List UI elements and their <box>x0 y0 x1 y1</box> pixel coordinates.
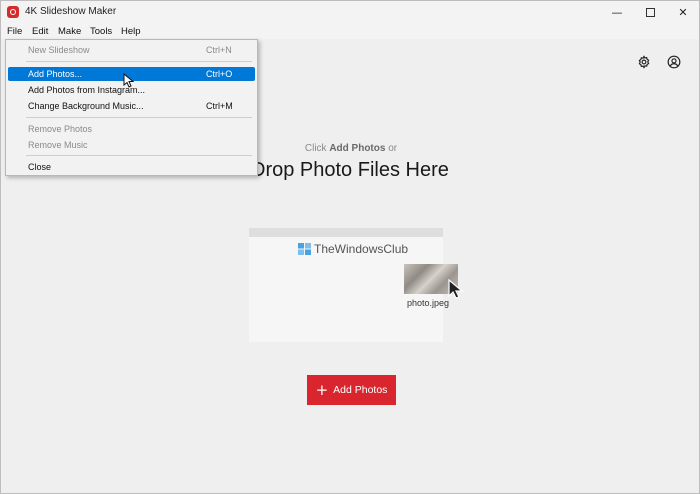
menu-item-label: New Slideshow <box>28 45 90 55</box>
add-photos-label: Add Photos <box>333 384 388 396</box>
maximize-button[interactable] <box>635 1 665 23</box>
menu-edit[interactable]: Edit <box>32 26 48 37</box>
menu-item-label: Close <box>28 162 52 172</box>
dropzone-illustration[interactable]: TheWindowsClub photo.jpeg <box>249 228 464 342</box>
hint-add-photos-link[interactable]: Add Photos <box>329 143 385 154</box>
menu-bar: File Edit Make Tools Help <box>1 23 699 39</box>
menu-item-label: Remove Music <box>28 140 88 150</box>
menu-item-shortcut: Ctrl+O <box>206 69 233 79</box>
plus-icon: + <box>315 380 329 399</box>
menu-separator <box>26 61 252 62</box>
watermark-text: TheWindowsClub <box>314 242 409 256</box>
mouse-pointer-icon <box>123 73 134 88</box>
menu-make[interactable]: Make <box>58 26 81 37</box>
maximize-icon <box>645 7 655 17</box>
menu-tools[interactable]: Tools <box>90 26 112 37</box>
menu-file[interactable]: File <box>7 26 22 37</box>
dropzone-title: Drop Photo Files Here <box>251 159 449 181</box>
hint-prefix: Click <box>304 143 327 154</box>
drag-cursor-icon <box>448 278 464 299</box>
hint-suffix: or <box>388 143 398 154</box>
menu-item-close[interactable]: Close <box>8 160 255 174</box>
window-title: 4K Slideshow Maker <box>25 6 117 17</box>
card-header-bar <box>249 228 443 237</box>
menu-item-label: Remove Photos <box>28 124 93 134</box>
title-bar: 4K Slideshow Maker — ✕ <box>1 1 699 23</box>
menu-separator <box>26 117 252 118</box>
add-photos-button[interactable]: + Add Photos <box>307 375 396 405</box>
app-logo-icon <box>7 6 19 18</box>
menu-item-shortcut: Ctrl+N <box>206 45 232 55</box>
app-window: 4K Slideshow Maker — ✕ File Edit Make To… <box>0 0 700 494</box>
minimize-button[interactable]: — <box>602 1 632 23</box>
menu-item-change-background-music[interactable]: Change Background Music... Ctrl+M <box>8 99 255 113</box>
menu-item-label: Change Background Music... <box>28 101 144 111</box>
close-button[interactable]: ✕ <box>668 1 698 23</box>
menu-item-remove-music[interactable]: Remove Music <box>8 138 255 152</box>
menu-separator <box>26 155 252 156</box>
watermark: TheWindowsClub <box>298 242 408 256</box>
menu-help[interactable]: Help <box>121 26 141 37</box>
file-menu-dropdown: New Slideshow Ctrl+N Add Photos... Ctrl+… <box>5 39 258 176</box>
windows-club-logo-icon <box>298 243 311 255</box>
menu-item-new-slideshow[interactable]: New Slideshow Ctrl+N <box>8 43 255 57</box>
menu-item-label: Add Photos... <box>28 69 83 79</box>
menu-item-shortcut: Ctrl+M <box>206 101 233 111</box>
minimize-icon: — <box>611 5 623 19</box>
account-icon[interactable] <box>665 53 683 71</box>
gear-icon[interactable] <box>635 53 653 71</box>
close-icon: ✕ <box>678 5 688 19</box>
photo-filename: photo.jpeg <box>407 298 450 308</box>
menu-item-remove-photos[interactable]: Remove Photos <box>8 122 255 136</box>
